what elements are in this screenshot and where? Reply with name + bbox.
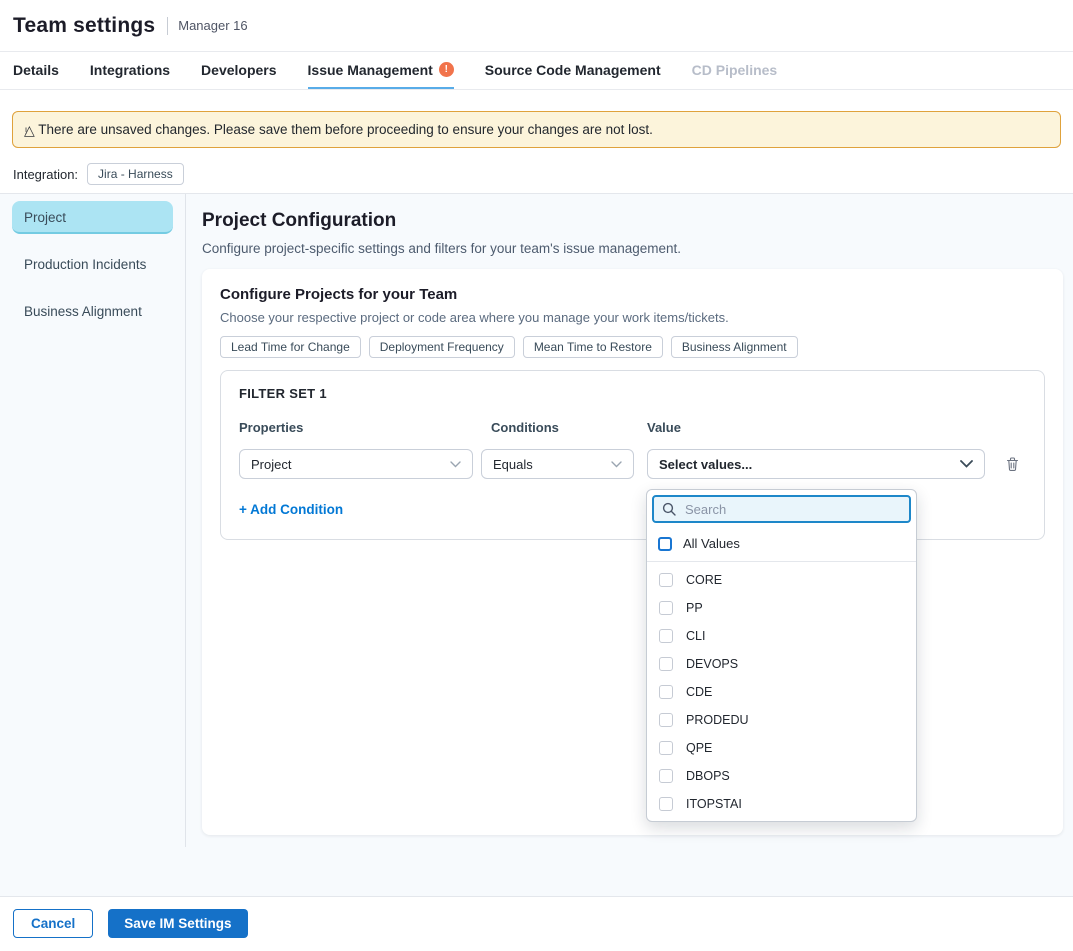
card-description: Choose your respective project or code a… (220, 310, 1045, 325)
section-title: Project Configuration (202, 210, 1063, 232)
main-panel: Project Configuration Configure project-… (186, 194, 1073, 847)
properties-select[interactable]: Project (239, 449, 473, 479)
content-area: Project Production Incidents Business Al… (0, 193, 1073, 847)
checkbox[interactable] (659, 601, 673, 615)
dropdown-search-input[interactable] (683, 501, 901, 518)
value-dropdown-popup: All Values CORE PP CLI DEVOPS CDE PRODED… (646, 489, 917, 822)
checkbox[interactable] (659, 573, 673, 587)
bottom-strip (0, 847, 1073, 896)
sidebar-item-production-incidents[interactable]: Production Incidents (12, 248, 173, 281)
title-separator (167, 17, 168, 35)
metric-chips: Lead Time for Change Deployment Frequenc… (220, 336, 1045, 358)
page-subtitle: Manager 16 (178, 18, 247, 33)
chip-business-alignment[interactable]: Business Alignment (671, 336, 798, 358)
search-icon (662, 502, 676, 516)
chip-mean-time-to-restore[interactable]: Mean Time to Restore (523, 336, 663, 358)
chevron-down-icon (960, 460, 973, 468)
all-values-option[interactable]: All Values (647, 528, 916, 562)
option-prodedu[interactable]: PRODEDU (647, 706, 916, 734)
checkbox[interactable] (659, 741, 673, 755)
tab-issue-management[interactable]: Issue Management ! (308, 52, 454, 89)
trash-icon (1005, 456, 1020, 472)
save-im-settings-button[interactable]: Save IM Settings (108, 909, 247, 938)
all-values-checkbox[interactable] (658, 537, 672, 551)
tab-details[interactable]: Details (13, 52, 59, 89)
checkbox[interactable] (659, 797, 673, 811)
filter-set-title: FILTER SET 1 (239, 386, 1026, 401)
unsaved-changes-alert: △! There are unsaved changes. Please sav… (12, 111, 1061, 148)
conditions-select[interactable]: Equals (481, 449, 634, 479)
chip-deployment-frequency[interactable]: Deployment Frequency (369, 336, 515, 358)
tab-cd-pipelines: CD Pipelines (692, 52, 778, 89)
option-cde[interactable]: CDE (647, 678, 916, 706)
integration-chip[interactable]: Jira - Harness (87, 163, 184, 185)
chevron-down-icon (450, 461, 461, 468)
warning-icon: △! (24, 123, 37, 137)
tab-integrations[interactable]: Integrations (90, 52, 170, 89)
option-pp[interactable]: PP (647, 594, 916, 622)
checkbox[interactable] (659, 685, 673, 699)
option-devops[interactable]: DEVOPS (647, 650, 916, 678)
cancel-button[interactable]: Cancel (13, 909, 93, 938)
option-pipe[interactable]: PIPE (647, 818, 916, 822)
option-cli[interactable]: CLI (647, 622, 916, 650)
tab-bar: Details Integrations Developers Issue Ma… (0, 52, 1073, 90)
checkbox[interactable] (659, 657, 673, 671)
value-column-header: Value (647, 420, 681, 435)
card-title: Configure Projects for your Team (220, 286, 1045, 303)
properties-column-header: Properties (239, 420, 481, 435)
conditions-column-header: Conditions (481, 420, 647, 435)
dropdown-options-list: CORE PP CLI DEVOPS CDE PRODEDU QPE DBOPS… (647, 562, 916, 822)
dropdown-search-box (652, 495, 911, 523)
section-description: Configure project-specific settings and … (202, 241, 1063, 256)
page-header: Team settings Manager 16 (0, 0, 1073, 52)
all-values-label: All Values (683, 536, 740, 551)
chip-lead-time-for-change[interactable]: Lead Time for Change (220, 336, 361, 358)
filter-column-headers: Properties Conditions Value (239, 420, 1026, 435)
value-select-wrapper: Select values... All Values (647, 449, 985, 479)
configure-projects-card: Configure Projects for your Team Choose … (202, 269, 1063, 835)
delete-condition-button[interactable] (1005, 456, 1020, 472)
alert-text: There are unsaved changes. Please save t… (38, 122, 653, 137)
integration-label: Integration: (13, 167, 78, 182)
tab-source-code-management[interactable]: Source Code Management (485, 52, 661, 89)
filter-condition-row: Project Equals Select values... (239, 449, 1026, 479)
option-dbops[interactable]: DBOPS (647, 762, 916, 790)
filter-set-1: FILTER SET 1 Properties Conditions Value… (220, 370, 1045, 540)
value-multiselect[interactable]: Select values... (647, 449, 985, 479)
footer-actions: Cancel Save IM Settings (0, 896, 1073, 950)
checkbox[interactable] (659, 713, 673, 727)
sidebar-item-project[interactable]: Project (12, 201, 173, 234)
unsaved-changes-badge-icon: ! (439, 62, 454, 77)
add-condition-link[interactable]: + Add Condition (239, 502, 343, 517)
option-core[interactable]: CORE (647, 566, 916, 594)
checkbox[interactable] (659, 629, 673, 643)
integration-row: Integration: Jira - Harness (13, 163, 1061, 185)
chevron-down-icon (611, 461, 622, 468)
option-qpe[interactable]: QPE (647, 734, 916, 762)
page-title: Team settings (13, 14, 155, 38)
settings-sidebar: Project Production Incidents Business Al… (0, 194, 186, 847)
checkbox[interactable] (659, 769, 673, 783)
option-itopstai[interactable]: ITOPSTAI (647, 790, 916, 818)
tab-developers[interactable]: Developers (201, 52, 276, 89)
sidebar-item-business-alignment[interactable]: Business Alignment (12, 295, 173, 328)
